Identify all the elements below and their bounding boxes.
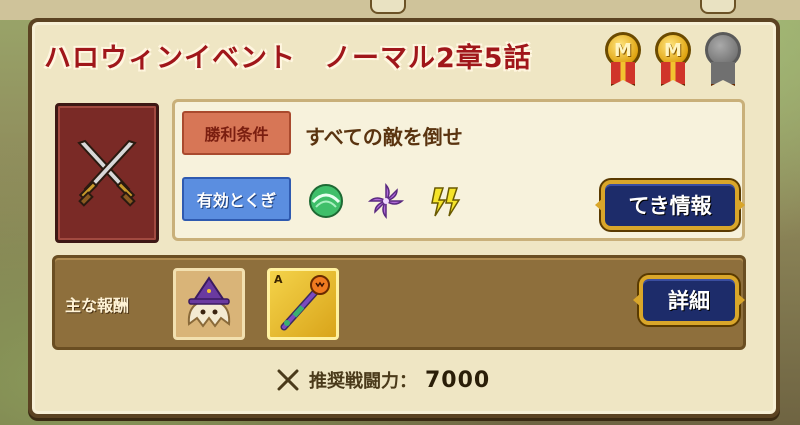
reward-item[interactable]: A xyxy=(267,268,339,340)
top-tab-handle[interactable] xyxy=(700,0,736,14)
enemy-info-button[interactable]: てき情報 xyxy=(595,180,745,230)
win-condition-tag: 勝利条件 xyxy=(182,111,291,155)
medal-icon: M xyxy=(603,32,643,88)
crossed-swords-icon xyxy=(277,369,299,391)
rewards-label: 主な報酬 xyxy=(65,296,130,315)
medal-ribbon xyxy=(711,62,735,86)
recommended-power-value: 7000 xyxy=(425,367,491,393)
medal-ribbon xyxy=(661,62,685,86)
battle-type-box xyxy=(55,103,159,243)
win-condition-text: すべての敵を倒せ xyxy=(305,125,463,149)
top-tab-handle[interactable] xyxy=(370,0,406,14)
green-spin-skill-icon[interactable] xyxy=(307,182,345,220)
recommended-power-row: 推奨戦闘力： 7000 xyxy=(275,367,490,393)
top-menu-strip xyxy=(0,0,800,20)
crossed-swords-icon xyxy=(77,139,137,207)
recommended-power-label: 推奨戦闘力： xyxy=(309,371,417,392)
details-button[interactable]: 詳細 xyxy=(633,275,745,325)
stage-title: ハロウィンイベント ノーマル2章5話 xyxy=(44,43,532,74)
details-label: 詳細 xyxy=(668,289,710,313)
ghost-witch-cookie-icon xyxy=(187,276,231,328)
yellow-lightning-skill-icon[interactable] xyxy=(427,182,465,220)
effective-skills-tag: 有効とくぎ xyxy=(182,177,291,221)
enemy-info-label: てき情報 xyxy=(628,194,712,218)
purple-vortex-skill-icon[interactable] xyxy=(367,182,405,220)
medal-ribbon xyxy=(611,62,635,86)
reward-item[interactable] xyxy=(173,268,245,340)
medal-icon: M xyxy=(653,32,693,88)
locked-medal-icon xyxy=(703,32,743,88)
rank-badge: A xyxy=(274,273,283,286)
